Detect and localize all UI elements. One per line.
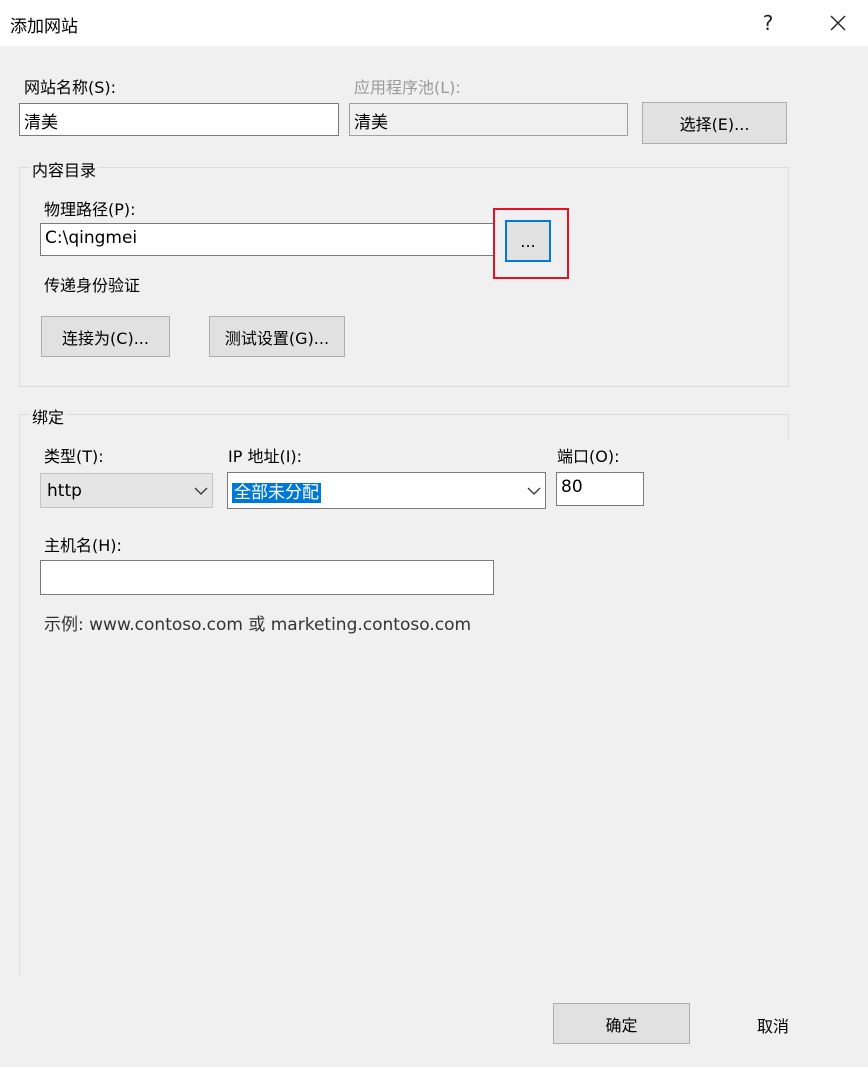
port-input[interactable]: 80 <box>556 472 644 506</box>
example-text: 示例: www.contoso.com 或 marketing.contoso.… <box>44 615 472 635</box>
binding-title: 绑定 <box>30 404 67 428</box>
site-name-input[interactable]: 清美 <box>19 103 339 136</box>
content-directory-title: 内容目录 <box>30 157 99 181</box>
pass-through-auth-label: 传递身份验证 <box>44 276 141 295</box>
type-label: 类型(T): <box>44 447 104 466</box>
help-button[interactable]: ? <box>748 8 788 38</box>
close-icon <box>830 15 846 31</box>
connect-as-button[interactable]: 连接为(C)... <box>41 316 170 357</box>
port-label: 端口(O): <box>557 447 620 466</box>
app-pool-field: 清美 <box>349 103 628 136</box>
ok-button[interactable]: 确定 <box>553 1003 690 1044</box>
app-pool-label: 应用程序池(L): <box>354 78 461 97</box>
physical-path-label: 物理路径(P): <box>44 200 136 219</box>
ip-address-select[interactable]: 全部未分配 <box>227 472 546 509</box>
ip-address-value: 全部未分配 <box>232 483 321 503</box>
chevron-down-icon <box>190 486 212 496</box>
cancel-button[interactable]: 取消 <box>757 1013 789 1037</box>
binding-group-edge <box>788 414 789 440</box>
close-button[interactable] <box>818 8 858 38</box>
host-name-input[interactable] <box>40 560 494 595</box>
site-name-label: 网站名称(S): <box>24 78 117 97</box>
chevron-down-icon <box>523 486 545 496</box>
type-select[interactable]: http <box>40 473 213 508</box>
test-settings-button[interactable]: 测试设置(G)... <box>209 316 345 357</box>
select-pool-button[interactable]: 选择(E)... <box>642 102 787 144</box>
type-select-value: http <box>47 480 82 501</box>
browse-path-button[interactable]: ... <box>505 220 551 262</box>
ip-address-label: IP 地址(I): <box>228 447 303 466</box>
physical-path-input[interactable]: C:\qingmei <box>40 223 495 256</box>
dialog-title: 添加网站 <box>10 17 78 37</box>
title-bar <box>0 0 868 46</box>
host-name-label: 主机名(H): <box>44 536 122 555</box>
